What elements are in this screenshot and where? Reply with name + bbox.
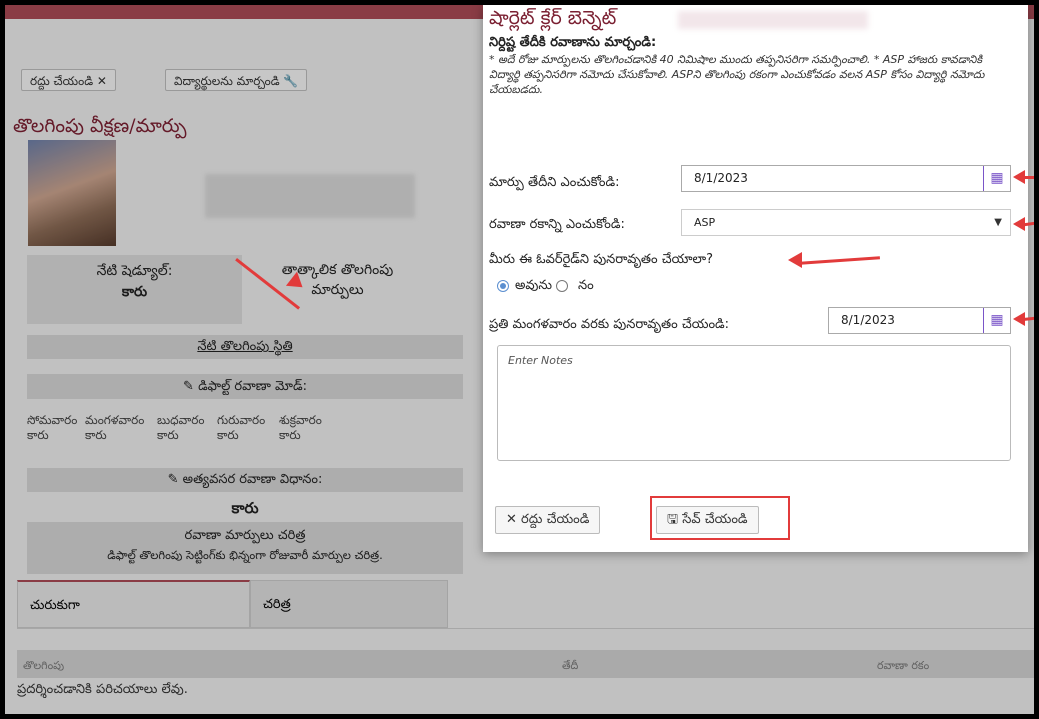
- modal-cancel-button[interactable]: ✕ రద్దు చేయండి: [495, 506, 601, 534]
- calendar-icon[interactable]: ▦: [983, 308, 1010, 333]
- repeat-yes-label: అవును: [515, 278, 552, 293]
- annotation-arrow-head: [1013, 312, 1025, 326]
- calendar-icon[interactable]: ▦: [983, 166, 1010, 191]
- annotation-arrow-head: [788, 252, 802, 268]
- transport-type-select[interactable]: ASP ▼: [681, 209, 1011, 236]
- repeat-radio-group: అవును నం: [497, 278, 594, 296]
- repeat-question: మీరు ఈ ఓవర్‌రైడ్‌ని పునరావృతం చేయాలా?: [489, 252, 714, 267]
- instructions-heading: నిర్దిష్ట తేదీకి రవాణాను మార్చండి:: [489, 35, 657, 50]
- app-frame: రద్దు చేయండి ✕ విద్యార్థులను మార్చండి 🔧 …: [5, 5, 1034, 714]
- modal-title: షార్లెట్ క్లేర్ బెన్నెట్: [489, 7, 617, 29]
- save-highlight-box: [650, 496, 790, 540]
- repeat-no-radio[interactable]: [556, 279, 568, 292]
- change-date-input[interactable]: 8/1/2023 ▦: [681, 165, 1011, 192]
- close-icon: ✕: [506, 512, 517, 527]
- transport-change-modal: షార్లెట్ క్లేర్ బెన్నెట్ నిర్దిష్ట తేదీక…: [483, 5, 1028, 552]
- modal-cancel-label: రద్దు చేయండి: [521, 512, 590, 527]
- annotation-arrow-head: [1013, 170, 1025, 184]
- instructions-text: * అదే రోజు మార్పులను తొలగించడానికి 40 ని…: [489, 53, 985, 96]
- repeat-until-input[interactable]: 8/1/2023 ▦: [828, 307, 1011, 334]
- change-date-label: మార్పు తేదీని ఎంచుకోండి:: [489, 175, 620, 190]
- transport-type-label: రవాణా రకాన్ని ఎంచుకోండి:: [489, 217, 625, 232]
- annotation-arrow-head: [1013, 217, 1025, 231]
- annotation-arrow: [799, 256, 881, 265]
- repeat-until-label: ప్రతి మంగళవారం వరకు పునరావృతం చేయండి:: [489, 317, 730, 332]
- change-date-value: 8/1/2023: [694, 171, 748, 185]
- notes-placeholder: Enter Notes: [508, 354, 573, 367]
- transport-type-value: ASP: [694, 216, 716, 229]
- repeat-no-label: నం: [578, 278, 594, 293]
- repeat-until-value: 8/1/2023: [841, 313, 895, 327]
- repeat-yes-radio[interactable]: [497, 279, 509, 292]
- chevron-down-icon[interactable]: ▼: [994, 210, 1002, 235]
- notes-textarea[interactable]: Enter Notes: [497, 345, 1011, 461]
- redacted-title-extra: [678, 11, 868, 29]
